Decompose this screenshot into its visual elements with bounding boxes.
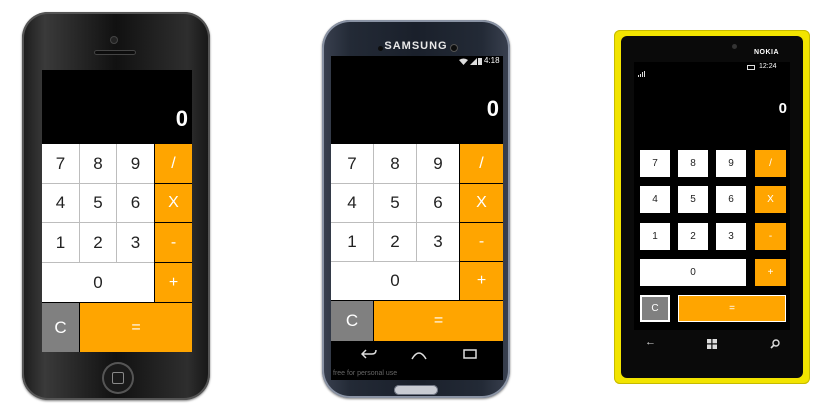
- status-time: 4:18: [484, 56, 500, 65]
- key-minus[interactable]: -: [755, 223, 786, 250]
- key-8[interactable]: 8: [374, 144, 416, 183]
- key-6[interactable]: 6: [716, 186, 746, 213]
- samsung-device: SAMSUNG 4:18 0 7 8 9 / 4 5 6 X 1 2 3 - 0…: [322, 20, 510, 398]
- key-8[interactable]: 8: [80, 144, 116, 183]
- key-5[interactable]: 5: [374, 184, 416, 222]
- front-camera: [110, 36, 118, 44]
- search-icon[interactable]: [770, 336, 780, 354]
- windows-icon[interactable]: [707, 336, 717, 354]
- brand-logo: SAMSUNG: [384, 40, 448, 52]
- key-divide[interactable]: /: [155, 144, 192, 183]
- key-equals[interactable]: =: [80, 303, 192, 352]
- key-minus[interactable]: -: [155, 223, 192, 262]
- key-9[interactable]: 9: [716, 150, 746, 177]
- key-2[interactable]: 2: [374, 223, 416, 261]
- key-plus[interactable]: +: [155, 263, 192, 302]
- key-4[interactable]: 4: [640, 186, 670, 213]
- home-square-icon: [112, 372, 124, 384]
- key-0[interactable]: 0: [42, 263, 154, 302]
- key-1[interactable]: 1: [640, 223, 670, 250]
- key-5[interactable]: 5: [678, 186, 708, 213]
- key-7[interactable]: 7: [331, 144, 373, 183]
- key-equals[interactable]: =: [678, 295, 786, 322]
- key-clear[interactable]: C: [640, 295, 670, 322]
- key-multiply[interactable]: X: [755, 186, 786, 213]
- key-2[interactable]: 2: [80, 223, 116, 262]
- key-3[interactable]: 3: [117, 223, 154, 262]
- front-camera: [450, 44, 458, 52]
- home-button[interactable]: [102, 362, 134, 394]
- key-minus[interactable]: -: [460, 223, 503, 261]
- key-4[interactable]: 4: [42, 184, 79, 222]
- key-4[interactable]: 4: [331, 184, 373, 222]
- iphone-device: 0 7 8 9 / 4 5 6 X 1 2 3 - 0 + C =: [22, 12, 210, 400]
- key-clear[interactable]: C: [331, 301, 373, 341]
- sensor: [378, 46, 383, 51]
- calculator-display: 0: [486, 96, 499, 121]
- key-9[interactable]: 9: [417, 144, 459, 183]
- key-1[interactable]: 1: [331, 223, 373, 261]
- signal-icon: [470, 58, 477, 67]
- key-0[interactable]: 0: [640, 259, 746, 286]
- status-time: 12:24: [759, 63, 777, 70]
- brand-logo: NOKIA: [754, 49, 780, 56]
- key-8[interactable]: 8: [678, 150, 708, 177]
- key-6[interactable]: 6: [417, 184, 459, 222]
- recents-icon[interactable]: [463, 348, 477, 362]
- samsung-screen: 4:18 0 7 8 9 / 4 5 6 X 1 2 3 - 0 + C = f…: [331, 56, 503, 380]
- key-7[interactable]: 7: [42, 144, 79, 183]
- key-0[interactable]: 0: [331, 262, 459, 300]
- key-clear[interactable]: C: [42, 303, 79, 352]
- calculator-display: 0: [175, 106, 188, 131]
- key-3[interactable]: 3: [417, 223, 459, 261]
- front-camera: [732, 44, 737, 49]
- wifi-icon: [459, 58, 468, 67]
- battery-icon: [747, 65, 755, 70]
- signal-icon: [638, 64, 645, 82]
- key-7[interactable]: 7: [640, 150, 670, 177]
- key-2[interactable]: 2: [678, 223, 708, 250]
- back-icon[interactable]: ←: [645, 336, 656, 348]
- key-divide[interactable]: /: [460, 144, 503, 183]
- key-3[interactable]: 3: [716, 223, 746, 250]
- calculator-display: 0: [778, 100, 787, 117]
- home-button[interactable]: [394, 385, 438, 395]
- key-plus[interactable]: +: [460, 262, 503, 300]
- earpiece-speaker: [94, 50, 136, 55]
- key-6[interactable]: 6: [117, 184, 154, 222]
- key-divide[interactable]: /: [755, 150, 786, 177]
- nokia-device: NOKIA 12:24 0 7 8 9 / 4 5 6 X 1 2 3 - 0 …: [614, 30, 810, 384]
- key-1[interactable]: 1: [42, 223, 79, 262]
- back-icon[interactable]: [360, 348, 377, 362]
- iphone-screen: 0 7 8 9 / 4 5 6 X 1 2 3 - 0 + C =: [42, 70, 192, 352]
- watermark-text: free for personal use: [333, 370, 398, 377]
- key-multiply[interactable]: X: [460, 184, 503, 222]
- key-9[interactable]: 9: [117, 144, 154, 183]
- battery-icon: [478, 58, 482, 65]
- key-equals[interactable]: =: [374, 301, 503, 341]
- key-multiply[interactable]: X: [155, 184, 192, 222]
- nokia-screen: 12:24 0 7 8 9 / 4 5 6 X 1 2 3 - 0 + C =: [634, 62, 790, 330]
- key-plus[interactable]: +: [755, 259, 786, 286]
- key-5[interactable]: 5: [80, 184, 116, 222]
- home-nav-icon[interactable]: [411, 349, 427, 363]
